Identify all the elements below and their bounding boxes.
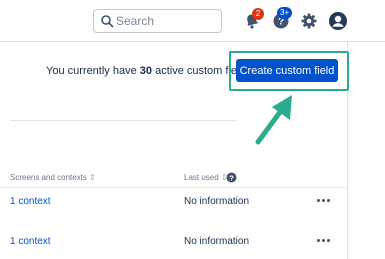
settings-button[interactable] xyxy=(300,12,318,30)
search-box[interactable] xyxy=(93,9,222,33)
profile-icon xyxy=(329,12,347,30)
search-icon xyxy=(101,15,114,28)
sort-icon: ⇕ xyxy=(89,173,96,182)
top-navigation-bar: 2 ? 3+ xyxy=(0,0,385,42)
row-1-more-actions-icon[interactable] xyxy=(317,198,333,204)
help-badge: 3+ xyxy=(277,7,293,19)
custom-fields-page: 2 ? 3+ xyxy=(0,0,385,259)
section-divider xyxy=(10,120,237,121)
row-1-last-used: No information xyxy=(184,196,250,207)
help-button[interactable]: ? 3+ xyxy=(272,7,293,30)
row-2-context-link[interactable]: 1 context xyxy=(10,236,51,247)
column-header-label: Screens and contexts xyxy=(10,173,87,182)
column-header-screens-contexts[interactable]: Screens and contexts ⇕ xyxy=(10,173,96,182)
row-1-context-link[interactable]: 1 context xyxy=(10,196,51,207)
column-header-label: Last used xyxy=(184,173,219,182)
search-input[interactable] xyxy=(116,12,216,30)
table-header-divider xyxy=(0,187,347,188)
create-custom-field-button[interactable]: Create custom field xyxy=(236,59,338,82)
summary-prefix: You currently have xyxy=(46,65,137,77)
active-field-count: 30 xyxy=(139,65,153,77)
annotation-arrow-icon xyxy=(255,95,292,145)
row-2-more-actions-icon[interactable] xyxy=(317,238,333,244)
last-used-info-icon[interactable]: ? xyxy=(226,172,237,183)
svg-text:?: ? xyxy=(229,173,234,182)
profile-button[interactable] xyxy=(328,11,348,31)
column-header-last-used[interactable]: Last used ⇕ xyxy=(184,173,228,182)
gear-icon xyxy=(301,13,317,29)
row-2-last-used: No information xyxy=(184,236,250,247)
notifications-button[interactable]: 2 xyxy=(243,8,264,30)
custom-field-summary: You currently have 30 active custom fiel… xyxy=(46,65,251,77)
notifications-badge: 2 xyxy=(252,8,264,20)
